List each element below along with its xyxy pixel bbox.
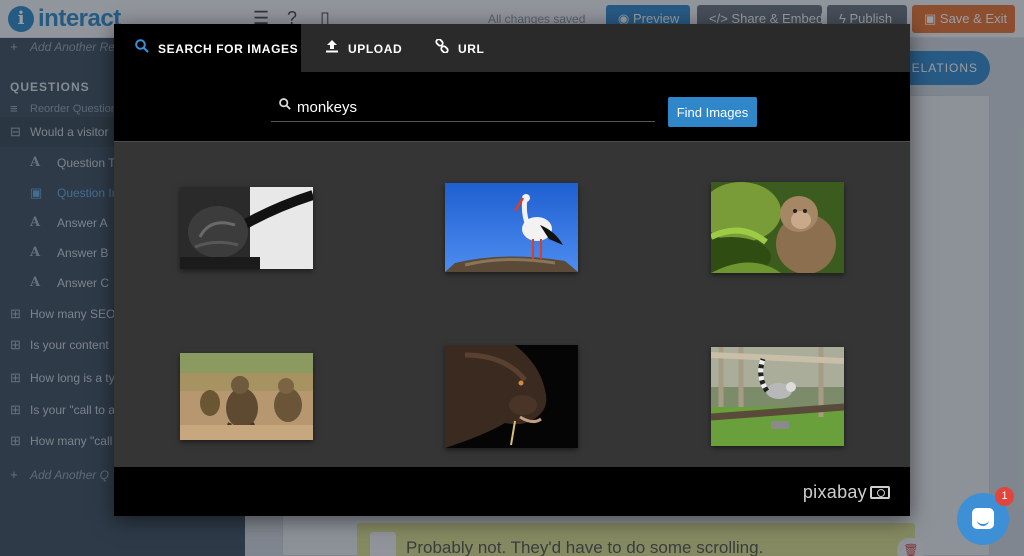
search-field[interactable] bbox=[271, 92, 655, 122]
search-bar: Find Images bbox=[114, 72, 910, 142]
result-image-baboons[interactable] bbox=[180, 353, 313, 440]
tab-upload[interactable]: UPLOAD bbox=[324, 24, 402, 72]
camera-icon bbox=[870, 486, 890, 499]
tab-url[interactable]: URL bbox=[434, 24, 484, 72]
upload-icon bbox=[324, 24, 340, 72]
search-input[interactable] bbox=[297, 96, 647, 118]
find-images-button[interactable]: Find Images bbox=[668, 97, 757, 127]
result-image-gorilla-profile[interactable] bbox=[445, 345, 578, 448]
result-image-macaque[interactable] bbox=[711, 182, 844, 273]
result-image-lemur[interactable] bbox=[711, 347, 844, 446]
result-image-stork[interactable] bbox=[445, 183, 578, 272]
modal-footer: pixabay bbox=[114, 467, 910, 516]
chat-icon bbox=[972, 508, 994, 529]
image-search-modal: SEARCH FOR IMAGES UPLOAD URL Find Images bbox=[114, 24, 910, 516]
result-image-gorilla-hand[interactable] bbox=[180, 187, 313, 269]
pixabay-logo[interactable]: pixabay bbox=[803, 482, 890, 503]
search-icon bbox=[134, 24, 150, 72]
modal-tabs: SEARCH FOR IMAGES UPLOAD URL bbox=[114, 24, 910, 72]
tab-search-images[interactable]: SEARCH FOR IMAGES bbox=[114, 24, 301, 72]
notification-badge: 1 bbox=[995, 487, 1014, 506]
search-icon bbox=[279, 97, 291, 113]
link-icon bbox=[434, 24, 450, 72]
